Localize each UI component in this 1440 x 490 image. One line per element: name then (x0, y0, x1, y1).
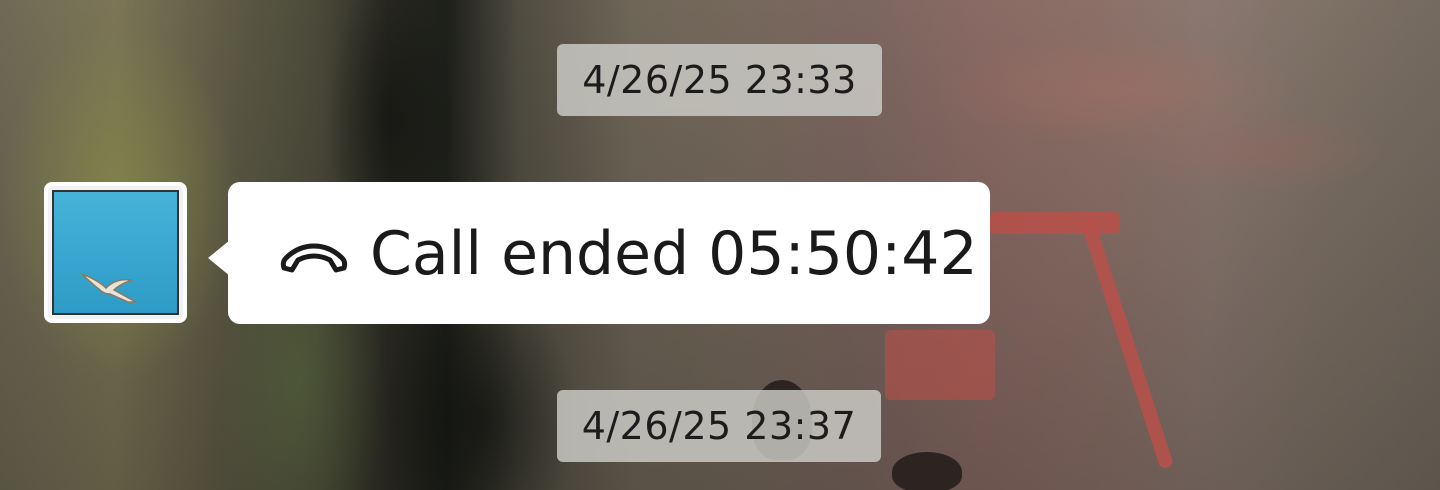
wallpaper-detail (1080, 217, 1175, 470)
contact-avatar[interactable] (44, 182, 187, 323)
avatar-image (52, 190, 179, 315)
date-separator: 4/26/25 23:37 (557, 390, 881, 462)
bubble-tail (208, 240, 230, 276)
call-ended-text: Call ended 05:50:42 (370, 219, 978, 289)
seagull-icon (81, 273, 137, 303)
date-separator-text: 4/26/25 23:37 (581, 404, 857, 448)
date-separator-text: 4/26/25 23:33 (582, 58, 857, 102)
date-separator: 4/26/25 23:33 (557, 44, 882, 116)
wallpaper-detail (885, 330, 995, 400)
wallpaper-detail (990, 212, 1120, 234)
hang-up-phone-icon (280, 243, 348, 273)
wallpaper-detail (892, 452, 962, 490)
